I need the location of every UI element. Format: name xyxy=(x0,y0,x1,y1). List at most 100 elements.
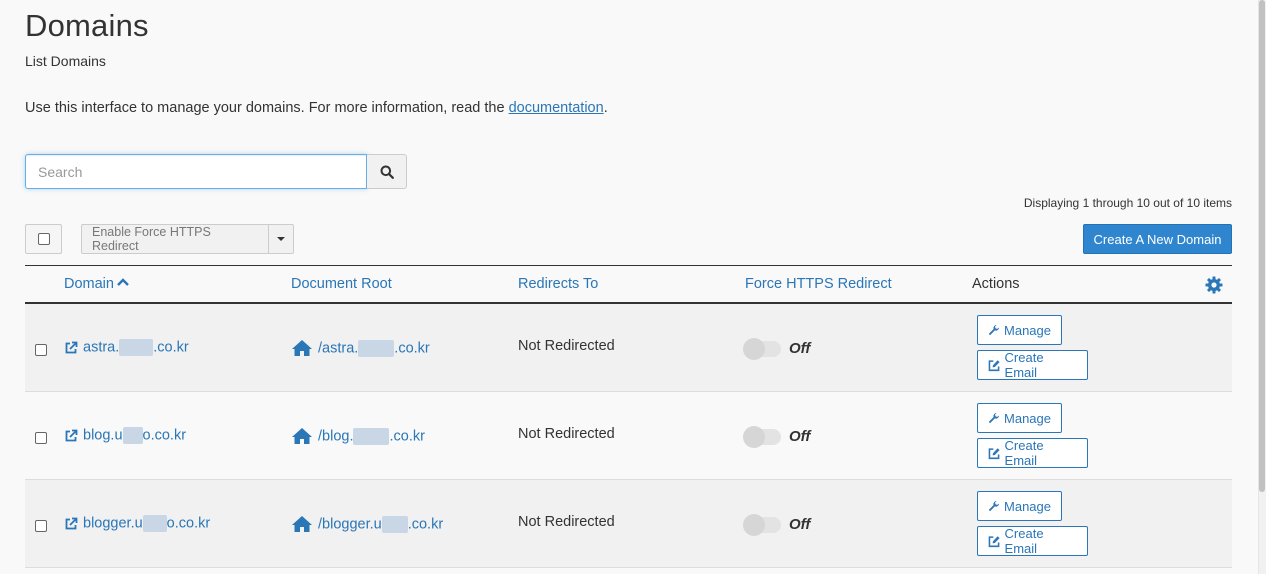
toggle-switch[interactable] xyxy=(743,513,781,536)
document-root-prefix: /astra. xyxy=(318,339,359,356)
document-root-link[interactable]: /blogger.u .co.kr xyxy=(291,515,443,533)
domain-name-suffix: o.co.kr xyxy=(166,515,211,532)
domain-name: blog.u o.co.kr xyxy=(83,427,186,444)
edit-icon xyxy=(988,535,1000,547)
table-row: astra. .co.kr /astra. .co.kr Not Redirecte… xyxy=(25,304,1232,392)
row-checkbox[interactable] xyxy=(35,432,47,444)
redacted-text xyxy=(119,339,154,356)
document-root-path: /blog. .co.kr xyxy=(318,427,425,445)
intro-text: Use this interface to manage your domain… xyxy=(25,100,608,116)
bulk-action-button[interactable]: Enable Force HTTPS Redirect xyxy=(82,225,268,253)
domain-name-suffix: .co.kr xyxy=(153,339,189,356)
create-email-button[interactable]: Create Email xyxy=(977,438,1088,468)
external-link-icon xyxy=(65,341,78,353)
table-row: blogger.u o.co.kr /blogger.u .co.kr Not Re… xyxy=(25,480,1232,568)
domains-table: Domain Document Root Redirects To Force … xyxy=(25,265,1232,568)
domain-name: astra. .co.kr xyxy=(83,339,189,356)
redacted-text xyxy=(358,339,395,357)
row-checkbox[interactable] xyxy=(35,344,47,356)
select-all-checkbox-box[interactable] xyxy=(37,233,50,245)
documentation-link[interactable]: documentation xyxy=(509,100,604,116)
document-root-prefix: /blog. xyxy=(318,427,354,444)
select-all-checkbox[interactable] xyxy=(25,224,62,254)
toggle-knob xyxy=(743,425,765,448)
force-https-toggle[interactable]: Off xyxy=(743,425,811,448)
manage-button[interactable]: Manage xyxy=(977,403,1062,433)
column-header-force-https[interactable]: Force HTTPS Redirect xyxy=(745,276,892,292)
domain-name-suffix: o.co.kr xyxy=(142,427,187,444)
domain-name-prefix: astra. xyxy=(83,339,120,356)
external-link-icon xyxy=(65,517,78,529)
chevron-up-icon xyxy=(117,278,129,286)
manage-button[interactable]: Manage xyxy=(977,315,1062,345)
table-header: Domain Document Root Redirects To Force … xyxy=(25,266,1232,304)
bulk-action-dropdown[interactable]: Enable Force HTTPS Redirect xyxy=(81,224,294,254)
create-email-button-label: Create Email xyxy=(1004,350,1044,380)
document-root-suffix: .co.kr xyxy=(407,515,444,532)
manage-button-label: Manage xyxy=(1004,498,1051,514)
document-root-prefix: /blogger.u xyxy=(318,515,382,532)
domain-link[interactable]: astra. .co.kr xyxy=(64,339,189,356)
create-email-button-label: Create Email xyxy=(1004,438,1044,468)
domain-link[interactable]: blogger.u o.co.kr xyxy=(64,515,210,532)
toggle-knob xyxy=(743,513,765,536)
edit-icon xyxy=(988,447,1000,459)
redacted-text xyxy=(122,427,143,444)
column-header-document-root[interactable]: Document Root xyxy=(291,276,392,292)
toggle-state-label: Off xyxy=(789,516,811,533)
redacted-text xyxy=(142,515,167,532)
page-title: Domains xyxy=(25,8,149,43)
create-domain-button[interactable]: Create A New Domain xyxy=(1083,224,1232,254)
search-bar xyxy=(25,154,407,189)
column-header-domain-label: Domain xyxy=(64,276,114,292)
toggle-state-label: Off xyxy=(789,428,811,445)
domain-name: blogger.u o.co.kr xyxy=(83,515,210,532)
caret-down-icon xyxy=(277,237,285,241)
manage-button-label: Manage xyxy=(1004,410,1051,426)
manage-button[interactable]: Manage xyxy=(977,491,1062,521)
search-icon xyxy=(380,165,394,179)
home-icon xyxy=(292,340,312,356)
toggle-knob xyxy=(743,337,765,360)
toggle-switch[interactable] xyxy=(743,337,781,360)
create-email-button[interactable]: Create Email xyxy=(977,526,1088,556)
redirects-to-value: Not Redirected xyxy=(518,514,615,530)
force-https-toggle[interactable]: Off xyxy=(743,513,811,536)
redirects-to-value: Not Redirected xyxy=(518,338,615,354)
toggle-state-label: Off xyxy=(789,340,811,357)
manage-button-label: Manage xyxy=(1004,322,1051,338)
wrench-icon xyxy=(989,412,1000,423)
column-header-redirects-to[interactable]: Redirects To xyxy=(518,276,598,292)
home-icon xyxy=(292,428,312,444)
document-root-path: /blogger.u .co.kr xyxy=(318,515,444,533)
toggle-switch[interactable] xyxy=(743,425,781,448)
document-root-suffix: .co.kr xyxy=(389,427,425,444)
column-header-domain[interactable]: Domain xyxy=(64,276,129,292)
search-input[interactable] xyxy=(25,154,367,189)
row-checkbox[interactable] xyxy=(35,520,47,532)
document-root-link[interactable]: /blog. .co.kr xyxy=(291,427,425,445)
domain-name-prefix: blogger.u xyxy=(83,515,143,532)
document-root-suffix: .co.kr xyxy=(394,339,430,356)
intro-text-end: . xyxy=(603,100,608,116)
wrench-icon xyxy=(989,324,1000,335)
gear-icon[interactable] xyxy=(1205,276,1223,294)
edit-icon xyxy=(988,359,1000,371)
search-button[interactable] xyxy=(367,154,407,189)
domain-name-prefix: blog.u xyxy=(83,427,123,444)
wrench-icon xyxy=(989,500,1000,511)
scrollbar-track[interactable] xyxy=(1258,0,1266,574)
column-header-actions: Actions xyxy=(972,276,1020,292)
redirects-to-value: Not Redirected xyxy=(518,426,615,442)
page-subtitle: List Domains xyxy=(25,53,106,69)
create-email-button[interactable]: Create Email xyxy=(977,350,1088,380)
bulk-action-toggle[interactable] xyxy=(268,225,293,253)
scrollbar-thumb[interactable] xyxy=(1259,0,1265,492)
table-row: blog.u o.co.kr /blog. .co.kr Not Redirecte… xyxy=(25,392,1232,480)
redacted-text xyxy=(381,515,408,533)
external-link-icon xyxy=(65,429,78,441)
intro-text-body: Use this interface to manage your domain… xyxy=(25,100,509,116)
domain-link[interactable]: blog.u o.co.kr xyxy=(64,427,186,444)
force-https-toggle[interactable]: Off xyxy=(743,337,811,360)
document-root-link[interactable]: /astra. .co.kr xyxy=(291,339,430,357)
